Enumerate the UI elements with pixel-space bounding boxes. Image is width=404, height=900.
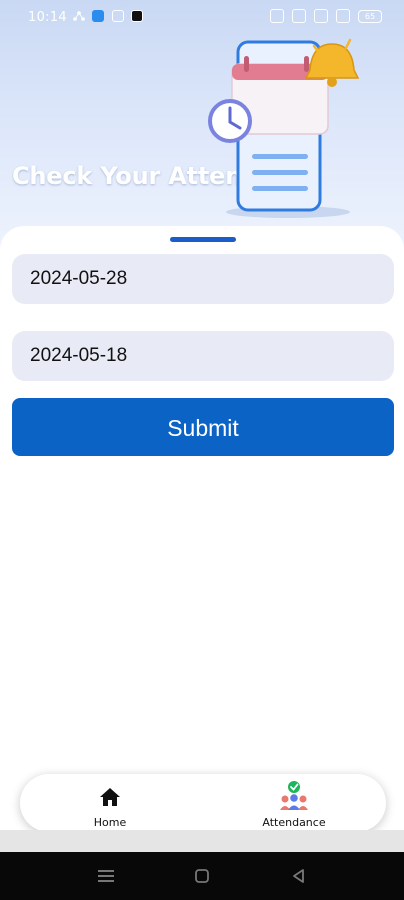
network-share-icon — [73, 10, 85, 22]
status-time: 10:14 — [28, 10, 67, 25]
menu-icon[interactable] — [97, 868, 115, 884]
signal-icon — [336, 9, 350, 23]
instagram-icon — [112, 10, 124, 22]
volte-icon — [292, 9, 306, 23]
wifi-icon — [314, 9, 328, 23]
bottom-navigation: Home Attendance — [20, 774, 386, 832]
back-icon[interactable] — [291, 868, 307, 884]
status-right-group: 65 — [270, 9, 382, 23]
home-icon — [100, 788, 120, 806]
nav-label-home: Home — [93, 816, 127, 829]
system-navigation-bar — [0, 852, 404, 900]
start-date-field[interactable]: 2024-05-28 — [12, 254, 394, 304]
drag-handle[interactable] — [170, 237, 236, 242]
nav-item-home[interactable]: Home — [70, 774, 150, 832]
app-notification-dark-icon — [131, 10, 143, 22]
end-date-field[interactable]: 2024-05-18 — [12, 331, 394, 381]
form-panel: 2024-05-28 2024-05-18 Submit — [0, 226, 404, 774]
submit-button[interactable]: Submit — [12, 398, 394, 456]
alarm-icon — [270, 9, 284, 23]
home-square-icon[interactable] — [194, 868, 210, 884]
header-banner: 10:14 65 Check Your Attendance — [0, 0, 404, 250]
status-bar: 10:14 65 — [0, 0, 404, 36]
bottom-spacer — [0, 830, 404, 852]
nav-item-attendance[interactable]: Attendance — [254, 774, 334, 832]
battery-icon: 65 — [358, 9, 382, 23]
attendance-group-icon — [280, 781, 308, 810]
attendance-illustration — [208, 38, 360, 218]
app-notification-icon — [92, 10, 104, 22]
nav-label-attendance: Attendance — [262, 816, 326, 829]
